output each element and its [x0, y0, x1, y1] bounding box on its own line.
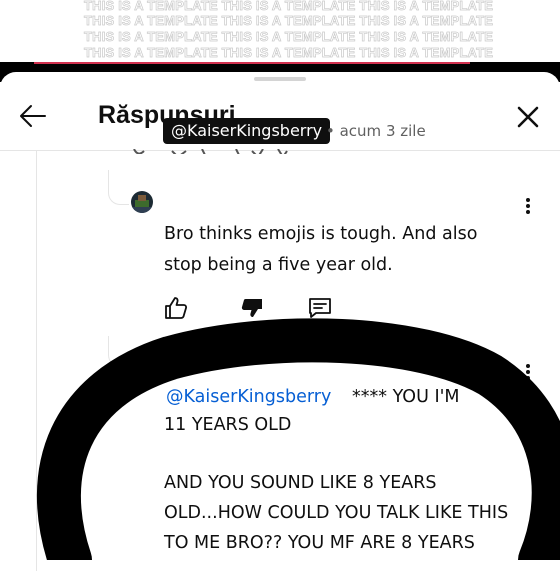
watermark-line: THIS IS A TEMPLATE THIS IS A TEMPLATE TH… — [84, 13, 494, 29]
avatar[interactable] — [131, 191, 153, 213]
timestamp: • acum 3 zile — [326, 122, 426, 140]
comment-text: 11 YEARS OLD — [164, 415, 292, 435]
reply-connector — [108, 336, 129, 367]
comment-text: TO ME BRO?? YOU MF ARE 8 YEARS — [164, 533, 475, 553]
watermark-line: THIS IS A TEMPLATE THIS IS A TEMPLATE TH… — [84, 45, 494, 61]
reply-connector — [108, 170, 129, 205]
watermark-line: THIS IS A TEMPLATE THIS IS A TEMPLATE TH… — [84, 29, 494, 45]
like-button[interactable] — [163, 295, 189, 321]
avatar-image — [131, 191, 153, 213]
close-icon — [517, 106, 539, 128]
comment-text-prefix: **** YOU I'M — [352, 387, 460, 407]
mention-link[interactable]: @KaiserKingsberry — [166, 383, 331, 411]
comment-text: stop being a five year old. — [164, 255, 393, 275]
more-options-button[interactable] — [523, 362, 533, 386]
reply-button[interactable] — [307, 295, 333, 321]
template-watermark: THIS IS A TEMPLATE THIS IS A TEMPLATE TH… — [0, 0, 560, 70]
dislike-button[interactable] — [239, 295, 265, 321]
comment-text: AND YOU SOUND LIKE 8 YEARS — [164, 473, 437, 493]
avatar[interactable] — [131, 357, 153, 379]
arrow-left-icon — [20, 105, 46, 127]
thumb-down-icon — [241, 299, 262, 317]
close-button[interactable] — [512, 101, 544, 133]
avatar-image — [131, 357, 153, 379]
comment-text: OLD...HOW COULD YOU TALK LIKE THIS — [164, 503, 509, 523]
thread-line — [36, 151, 37, 571]
back-button[interactable] — [16, 99, 50, 133]
more-options-button[interactable] — [523, 196, 533, 220]
thumb-up-icon — [165, 297, 188, 319]
clipped-text-fragment — [133, 148, 288, 154]
watermark-line: THIS IS A TEMPLATE THIS IS A TEMPLATE TH… — [84, 0, 494, 13]
reply-icon — [309, 298, 331, 318]
video-progress-bar — [34, 62, 470, 64]
comment-text: Bro thinks emojis is tough. And also — [164, 224, 478, 244]
clipped-previous-reply — [132, 144, 302, 154]
author-handle-chip[interactable]: @KaiserKingsberry — [163, 118, 331, 144]
drag-handle[interactable] — [254, 77, 306, 81]
